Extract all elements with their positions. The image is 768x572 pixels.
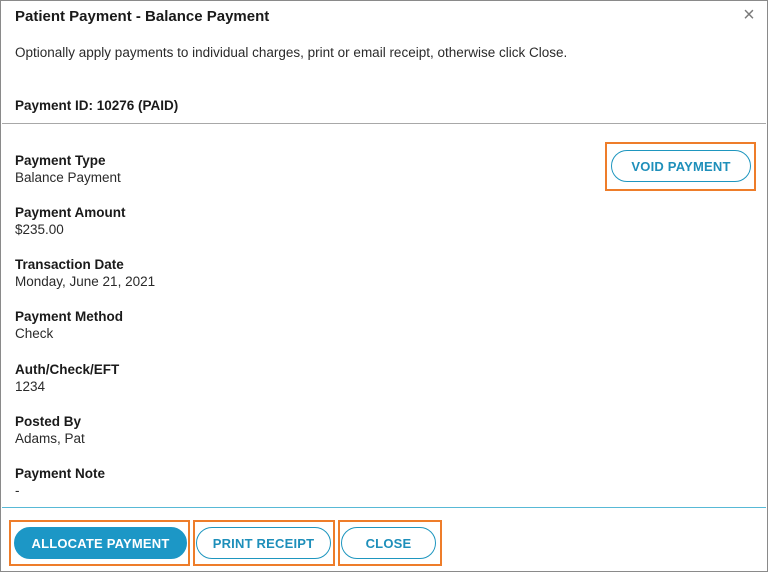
field-value: Balance Payment xyxy=(15,170,121,185)
field-label: Payment Type xyxy=(15,153,106,168)
field-label: Auth/Check/EFT xyxy=(15,362,120,377)
field-payment-amount: Payment Amount $235.00 xyxy=(15,204,126,238)
field-payment-note: Payment Note - xyxy=(15,465,105,499)
close-icon[interactable]: × xyxy=(739,5,759,25)
field-label: Payment Amount xyxy=(15,205,126,220)
dialog-subtitle: Optionally apply payments to individual … xyxy=(15,45,568,60)
field-value: 1234 xyxy=(15,379,46,394)
field-value: - xyxy=(15,483,20,498)
field-label: Posted By xyxy=(15,414,82,429)
field-value: Check xyxy=(15,326,54,341)
allocate-payment-button[interactable]: ALLOCATE PAYMENT xyxy=(14,527,187,559)
print-receipt-button[interactable]: PRINT RECEIPT xyxy=(196,527,331,559)
field-label: Payment Note xyxy=(15,466,106,481)
field-auth-check-eft: Auth/Check/EFT 1234 xyxy=(15,361,119,395)
void-payment-button[interactable]: VOID PAYMENT xyxy=(611,150,751,182)
field-value: $235.00 xyxy=(15,222,64,237)
field-payment-type: Payment Type Balance Payment xyxy=(15,152,121,186)
close-button[interactable]: CLOSE xyxy=(341,527,436,559)
field-value: Adams, Pat xyxy=(15,431,85,446)
field-label: Transaction Date xyxy=(15,257,124,272)
field-payment-method: Payment Method Check xyxy=(15,308,123,342)
payment-id: Payment ID: 10276 (PAID) xyxy=(15,98,179,113)
field-value: Monday, June 21, 2021 xyxy=(15,274,156,289)
footer-divider xyxy=(2,507,766,508)
field-transaction-date: Transaction Date Monday, June 21, 2021 xyxy=(15,256,155,290)
payment-dialog: Patient Payment - Balance Payment × Opti… xyxy=(0,0,768,572)
field-label: Payment Method xyxy=(15,309,124,324)
header-divider xyxy=(2,123,766,124)
field-posted-by: Posted By Adams, Pat xyxy=(15,413,85,447)
dialog-title: Patient Payment - Balance Payment xyxy=(15,8,270,25)
